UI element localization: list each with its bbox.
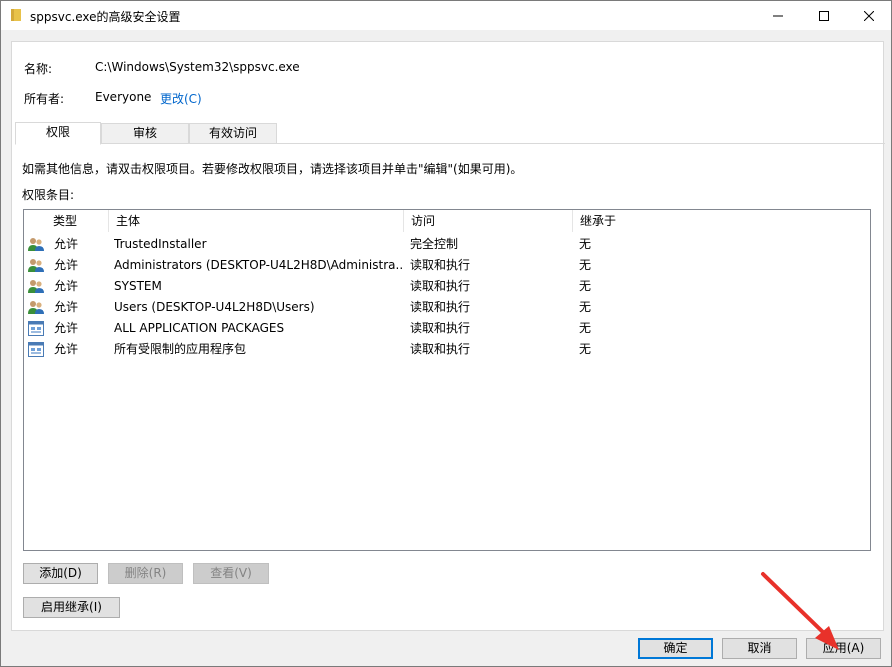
close-button[interactable] <box>846 1 892 30</box>
add-button[interactable]: 添加(D) <box>23 563 98 584</box>
table-row[interactable]: 允许 所有受限制的应用程序包 读取和执行 无 <box>24 339 870 360</box>
users-icon <box>28 280 44 293</box>
row-inherited: 无 <box>579 342 592 356</box>
row-principal: Users (DESKTOP-U4L2H8D\Users) <box>114 300 315 314</box>
column-header-access[interactable]: 访问 <box>404 210 573 232</box>
close-icon <box>864 10 874 21</box>
name-value: C:\Windows\System32\sppsvc.exe <box>95 60 300 74</box>
column-header-type[interactable]: 类型 <box>46 210 109 232</box>
row-inherited: 无 <box>579 258 592 272</box>
tab-effective-access[interactable]: 有效访问 <box>189 123 277 144</box>
row-principal: TrustedInstaller <box>114 237 207 251</box>
enable-inheritance-button[interactable]: 启用继承(I) <box>23 597 120 618</box>
view-button[interactable]: 查看(V) <box>193 563 269 584</box>
change-owner-link[interactable]: 更改(C) <box>160 90 202 107</box>
row-principal: Administrators (DESKTOP-U4L2H8D\Administ… <box>114 258 402 272</box>
annotation-arrow-icon <box>761 572 839 650</box>
row-principal: ALL APPLICATION PACKAGES <box>114 321 285 335</box>
table-row[interactable]: 允许 Administrators (DESKTOP-U4L2H8D\Admin… <box>24 255 870 276</box>
row-access: 读取和执行 <box>410 342 471 356</box>
maximize-icon <box>819 10 829 21</box>
owner-value: Everyone <box>95 90 152 104</box>
security-dialog: sppsvc.exe的高级安全设置 名称: C:\Windows\System3… <box>0 0 892 667</box>
app-package-icon <box>28 321 44 336</box>
table-row[interactable]: 允许 ALL APPLICATION PACKAGES 读取和执行 无 <box>24 318 870 339</box>
row-principal: 所有受限制的应用程序包 <box>114 342 247 356</box>
name-label: 名称: <box>24 62 53 76</box>
row-inherited: 无 <box>579 300 592 314</box>
row-access: 读取和执行 <box>410 258 471 272</box>
row-type: 允许 <box>54 342 79 356</box>
row-access: 读取和执行 <box>410 279 471 293</box>
row-access: 读取和执行 <box>410 300 471 314</box>
column-header-principal[interactable]: 主体 <box>109 210 404 232</box>
row-access: 读取和执行 <box>410 321 471 335</box>
title-bar[interactable]: sppsvc.exe的高级安全设置 <box>1 1 891 30</box>
row-inherited: 无 <box>579 237 592 251</box>
main-panel: 名称: C:\Windows\System32\sppsvc.exe 所有者: … <box>11 41 885 631</box>
row-access: 完全控制 <box>410 237 459 251</box>
row-type: 允许 <box>54 258 79 272</box>
tab-permissions[interactable]: 权限 <box>15 122 101 145</box>
row-type: 允许 <box>54 279 79 293</box>
maximize-button[interactable] <box>801 1 847 30</box>
permission-entries-list[interactable]: 类型 主体 访问 继承于 允许 TrustedInstaller 完全控制 无 <box>23 209 871 551</box>
row-type: 允许 <box>54 300 79 314</box>
ok-button[interactable]: 确定 <box>638 638 713 659</box>
minimize-icon <box>773 15 783 16</box>
tab-auditing[interactable]: 审核 <box>101 123 189 144</box>
row-inherited: 无 <box>579 279 592 293</box>
permissions-hint: 如需其他信息，请双击权限项目。若要修改权限项目，请选择该项目并单击"编辑"(如果… <box>22 162 523 176</box>
table-row[interactable]: 允许 TrustedInstaller 完全控制 无 <box>24 234 870 255</box>
column-header-inherited-from[interactable]: 继承于 <box>573 210 870 232</box>
owner-label: 所有者: <box>24 92 65 106</box>
list-header: 类型 主体 访问 继承于 <box>24 210 870 232</box>
folder-icon <box>11 9 21 21</box>
table-row[interactable]: 允许 SYSTEM 读取和执行 无 <box>24 276 870 297</box>
app-package-icon <box>28 342 44 357</box>
users-icon <box>28 259 44 272</box>
row-inherited: 无 <box>579 321 592 335</box>
minimize-button[interactable] <box>755 1 801 30</box>
window-title: sppsvc.exe的高级安全设置 <box>30 10 181 24</box>
row-principal: SYSTEM <box>114 279 162 293</box>
row-type: 允许 <box>54 321 79 335</box>
row-type: 允许 <box>54 237 79 251</box>
users-icon <box>28 301 44 314</box>
permission-entries-label: 权限条目: <box>22 188 75 202</box>
users-icon <box>28 238 44 251</box>
remove-button[interactable]: 删除(R) <box>108 563 183 584</box>
table-row[interactable]: 允许 Users (DESKTOP-U4L2H8D\Users) 读取和执行 无 <box>24 297 870 318</box>
